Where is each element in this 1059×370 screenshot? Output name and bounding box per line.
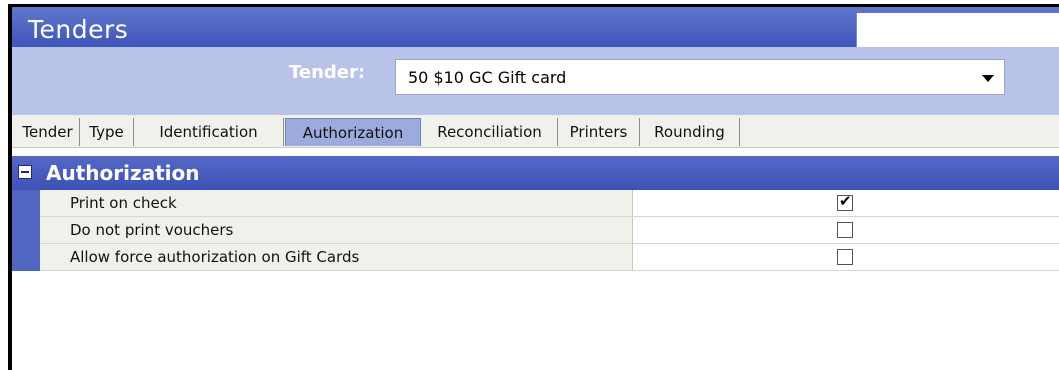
title-bar: Tenders [12,7,1059,49]
tab-tender[interactable]: Tender [16,118,80,146]
row-value-cell [633,244,1059,271]
tenders-window: Tenders Tender: 50 $10 GC Gift card Tend… [0,0,1059,370]
row-label: Print on check [40,190,633,217]
tab-rounding[interactable]: Rounding [640,118,740,146]
tab-authorization[interactable]: Authorization [285,118,421,146]
property-grid: Authorization Print on check ✔ Do not pr… [12,153,1059,370]
row-gutter [12,244,40,271]
row-value-cell: ✔ [633,190,1059,217]
tab-reconciliation[interactable]: Reconciliation [422,118,558,146]
row-gutter [12,190,40,217]
tab-strip: Tender Type Identification Authorization… [12,115,1059,148]
tender-dropdown[interactable]: 50 $10 GC Gift card [395,59,1005,95]
row-label: Allow force authorization on Gift Cards [40,244,633,271]
grid-row-print-on-check: Print on check ✔ [12,190,1059,217]
row-value-cell [633,217,1059,244]
collapse-icon[interactable] [18,165,32,179]
print-on-check-checkbox[interactable]: ✔ [837,192,853,211]
tender-label: Tender: [289,62,366,83]
tab-printers[interactable]: Printers [558,118,640,146]
row-label: Do not print vouchers [40,217,633,244]
tab-identification[interactable]: Identification [134,118,284,146]
row-gutter [12,217,40,244]
allow-force-authorization-checkbox[interactable] [837,249,853,265]
chevron-down-icon[interactable] [982,75,994,82]
grid-row-do-not-print-vouchers: Do not print vouchers [12,217,1059,244]
checkmark-icon: ✔ [839,192,852,210]
title-bar-blank-panel [856,13,1059,49]
window-title: Tenders [28,15,129,44]
tender-dropdown-value: 50 $10 GC Gift card [408,68,567,87]
do-not-print-vouchers-checkbox[interactable] [837,222,853,238]
section-title: Authorization [46,161,200,185]
section-header-authorization: Authorization [12,156,1059,190]
tender-selector-band: Tender: 50 $10 GC Gift card [12,47,1059,116]
tab-type[interactable]: Type [80,118,134,146]
grid-row-allow-force-authorization: Allow force authorization on Gift Cards [12,244,1059,271]
